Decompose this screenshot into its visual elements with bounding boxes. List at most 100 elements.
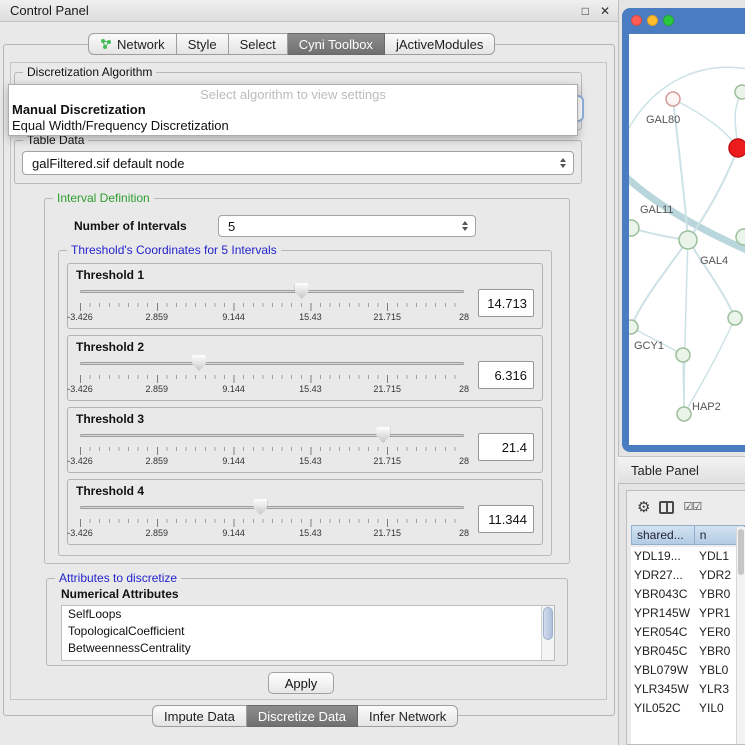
number-of-intervals-combo[interactable]: 5 (218, 215, 476, 237)
column-header[interactable]: shared... (631, 525, 695, 545)
network-icon (100, 38, 112, 50)
table-data-combo[interactable]: galFiltered.sif default node (22, 151, 574, 175)
tab-select[interactable]: Select (229, 33, 288, 55)
table-row[interactable]: YIL052CYIL0 (631, 699, 736, 718)
threshold-slider[interactable]: -3.4262.8599.14415.4321.71528 (80, 355, 464, 395)
network-canvas[interactable]: GAL80GAL11GAL4GCY1HAP2 (629, 34, 745, 445)
table-cell[interactable]: YDR2 (695, 566, 736, 585)
slider-thumb[interactable] (253, 499, 267, 515)
attribute-item[interactable]: SelfLoops (62, 606, 554, 623)
network-node[interactable] (666, 92, 680, 106)
table-panel-area: ⚙ ☑☑ shared...n YDL19...YDL1YDR27...YDR2… (626, 490, 745, 745)
table-cell[interactable]: YIL052C (631, 699, 695, 718)
slider-thumb[interactable] (192, 355, 206, 371)
table-panel-titlebar[interactable]: Table Panel (618, 456, 745, 484)
tab-style[interactable]: Style (177, 33, 229, 55)
table-row[interactable]: YLR345WYLR3 (631, 680, 736, 699)
threshold-value-input[interactable] (478, 505, 534, 533)
table-cell[interactable]: YBL0 (695, 661, 736, 680)
table-cell[interactable]: YLR345W (631, 680, 695, 699)
tab-infer-network[interactable]: Infer Network (358, 705, 458, 727)
table-data-combo-value: galFiltered.sif default node (32, 156, 184, 171)
network-node[interactable] (629, 320, 638, 334)
threshold-label: Threshold 2 (76, 340, 534, 355)
attribute-item[interactable]: TopologicalCoefficient (62, 623, 554, 640)
table-cell[interactable]: YBR0 (695, 642, 736, 661)
network-svg[interactable]: GAL80GAL11GAL4GCY1HAP2 (629, 34, 745, 445)
close-button[interactable] (631, 15, 642, 26)
scale-label: -3.426 (67, 456, 93, 466)
attributes-scrollbar[interactable] (541, 606, 554, 660)
table-scrollbar[interactable] (736, 527, 745, 744)
network-node[interactable] (677, 407, 691, 421)
algorithm-option[interactable]: Manual Discretization (9, 102, 577, 118)
table-cell[interactable]: YBR0 (695, 585, 736, 604)
tab-network[interactable]: Network (88, 33, 177, 55)
threshold-value-input[interactable] (478, 361, 534, 389)
table-head: shared...n (631, 525, 745, 545)
thresholds-group-title: Threshold's Coordinates for 5 Intervals (67, 243, 281, 257)
close-icon[interactable]: ✕ (600, 5, 610, 17)
threshold-row: -3.4262.8599.14415.4321.71528 (76, 427, 534, 467)
float-icon[interactable]: □ (582, 5, 589, 17)
table-row[interactable]: YBR043CYBR0 (631, 585, 736, 604)
table-panel-title: Table Panel (631, 463, 699, 478)
network-node[interactable] (736, 229, 745, 245)
threshold-slider[interactable]: -3.4262.8599.14415.4321.71528 (80, 427, 464, 467)
network-node[interactable] (728, 311, 742, 325)
table-cell[interactable]: YER054C (631, 623, 695, 642)
table-toolbar: ⚙ ☑☑ (627, 491, 745, 523)
table-cell[interactable]: YLR3 (695, 680, 736, 699)
table-cell[interactable]: YPR1 (695, 604, 736, 623)
network-node[interactable] (729, 139, 745, 157)
table-row[interactable]: YER054CYER0 (631, 623, 736, 642)
table-cell[interactable]: YIL0 (695, 699, 736, 718)
table-cell[interactable]: YBR043C (631, 585, 695, 604)
tab-cyni-toolbox[interactable]: Cyni Toolbox (288, 33, 385, 55)
tab-discretize-data[interactable]: Discretize Data (247, 705, 358, 727)
table-cell[interactable]: YBR045C (631, 642, 695, 661)
table-row[interactable]: YBL079WYBL0 (631, 661, 736, 680)
table-row[interactable]: YDL19...YDL1 (631, 547, 736, 566)
table-cell[interactable]: YPR145W (631, 604, 695, 623)
table-cell[interactable]: YER0 (695, 623, 736, 642)
columns-icon[interactable] (659, 501, 674, 514)
table-row[interactable]: YDR27...YDR2 (631, 566, 736, 585)
algorithm-option[interactable]: Equal Width/Frequency Discretization (9, 118, 577, 134)
scale-label: 9.144 (222, 384, 245, 394)
tab-impute-data[interactable]: Impute Data (152, 705, 247, 727)
threshold-slider[interactable]: -3.4262.8599.14415.4321.71528 (80, 499, 464, 539)
network-node[interactable] (629, 220, 639, 236)
number-of-intervals-value: 5 (228, 219, 235, 234)
combo-arrows-icon (560, 158, 566, 168)
gear-icon[interactable]: ⚙ (637, 500, 650, 515)
table-scrollbar-thumb[interactable] (738, 529, 744, 575)
table-cell[interactable]: YBL079W (631, 661, 695, 680)
table-cell[interactable]: YDL1 (695, 547, 736, 566)
table-row[interactable]: YPR145WYPR1 (631, 604, 736, 623)
thresholds-group: Threshold's Coordinates for 5 Intervals … (58, 250, 552, 556)
slider-track (80, 362, 464, 365)
attribute-item[interactable]: BetweennessCentrality (62, 640, 554, 657)
minimize-button[interactable] (647, 15, 658, 26)
network-node[interactable] (679, 231, 697, 249)
zoom-button[interactable] (663, 15, 674, 26)
table-row[interactable]: YBR045CYBR0 (631, 642, 736, 661)
attributes-scrollbar-thumb[interactable] (543, 607, 553, 640)
table-cell[interactable]: YDR27... (631, 566, 695, 585)
threshold-value-input[interactable] (478, 433, 534, 461)
attributes-list-items: SelfLoopsTopologicalCoefficientBetweenne… (62, 606, 554, 657)
apply-button[interactable]: Apply (268, 672, 334, 694)
network-node[interactable] (676, 348, 690, 362)
threshold-panel: Threshold 1-3.4262.8599.14415.4321.71528 (67, 263, 543, 329)
slider-thumb[interactable] (376, 427, 390, 443)
threshold-value-input[interactable] (478, 289, 534, 317)
slider-ticks (80, 519, 464, 527)
threshold-slider[interactable]: -3.4262.8599.14415.4321.71528 (80, 283, 464, 323)
network-node[interactable] (735, 85, 745, 99)
table-cell[interactable]: YDL19... (631, 547, 695, 566)
checkboxes-icon[interactable]: ☑☑ (683, 502, 701, 513)
tab-jactivemodules[interactable]: jActiveModules (385, 33, 495, 55)
slider-thumb[interactable] (295, 283, 309, 299)
network-view-window: GAL80GAL11GAL4GCY1HAP2 (622, 8, 745, 452)
